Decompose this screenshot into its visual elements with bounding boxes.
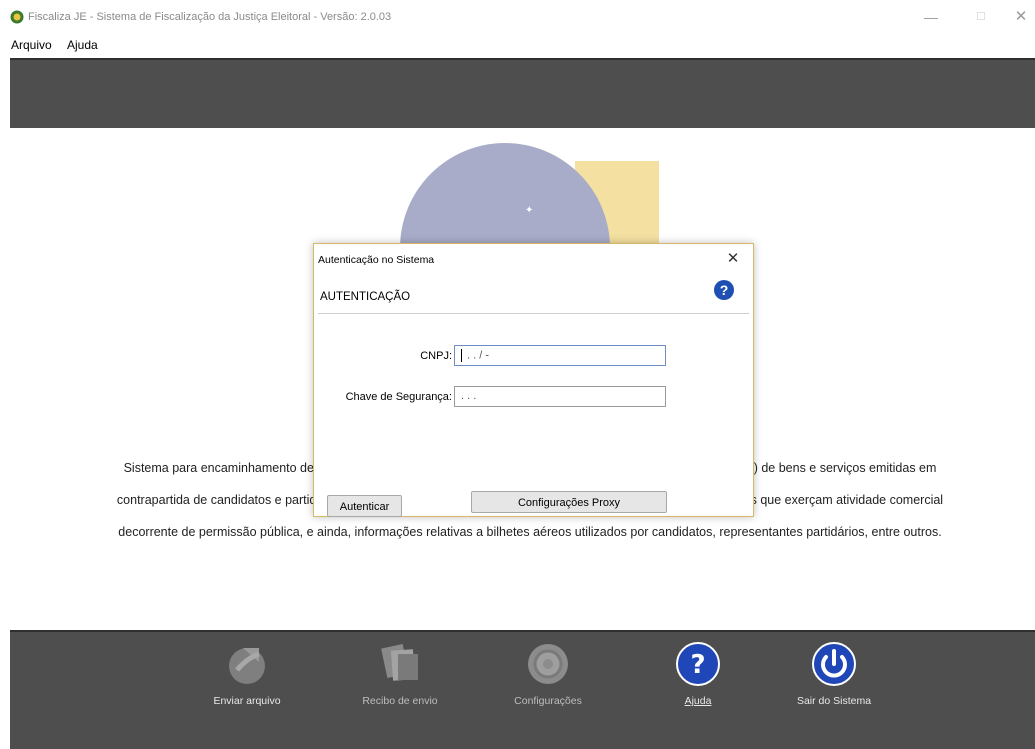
send-file-label: Enviar arquivo xyxy=(213,695,281,707)
window-title: Fiscaliza JE - Sistema de Fiscalização d… xyxy=(28,11,392,23)
title-bar: Fiscaliza JE - Sistema de Fiscalização d… xyxy=(0,0,1035,34)
help-label: Ajuda xyxy=(684,695,712,707)
svg-text:?: ? xyxy=(690,650,705,680)
menu-bar: Arquivo Ajuda xyxy=(0,34,1035,56)
settings-icon xyxy=(528,644,568,684)
close-window-button[interactable]: ✕ xyxy=(1006,6,1035,28)
security-key-field[interactable]: . . . xyxy=(454,386,666,407)
help-button[interactable]: ? Ajuda xyxy=(638,640,758,707)
app-logo-icon xyxy=(10,10,24,24)
minimize-button[interactable]: — xyxy=(916,6,946,28)
settings-label: Configurações xyxy=(514,695,582,707)
exit-button[interactable]: Sair do Sistema xyxy=(774,640,894,707)
upload-icon xyxy=(229,648,265,684)
cnpj-field[interactable]: . . / - xyxy=(454,345,666,366)
menu-ajuda[interactable]: Ajuda xyxy=(67,38,98,52)
logo-star-icon: ✦ xyxy=(525,205,534,216)
settings-button[interactable]: Configurações xyxy=(488,640,608,707)
cnpj-mask: . . / - xyxy=(464,349,490,362)
help-icon: ? xyxy=(676,642,720,686)
power-icon xyxy=(812,642,856,686)
dialog-header: AUTENTICAÇÃO xyxy=(320,291,411,303)
dialog-title: Autenticação no Sistema xyxy=(318,254,435,266)
security-key-label: Chave de Segurança: xyxy=(345,391,452,403)
dialog-close-button[interactable]: ✕ xyxy=(722,248,744,270)
dialog-divider xyxy=(318,313,749,314)
cnpj-label: CNPJ: xyxy=(420,350,452,362)
exit-label: Sair do Sistema xyxy=(796,695,872,707)
menu-arquivo[interactable]: Arquivo xyxy=(11,38,52,52)
header-band xyxy=(10,58,1035,130)
text-caret xyxy=(461,349,462,362)
dialog-help-icon[interactable]: ? xyxy=(714,280,734,300)
receipt-label: Recibo de envio xyxy=(362,695,438,707)
autenticar-button[interactable]: Autenticar xyxy=(327,495,402,517)
receipt-icon xyxy=(381,644,418,681)
proxy-settings-button[interactable]: Configurações Proxy xyxy=(471,491,667,513)
send-file-button[interactable]: Enviar arquivo xyxy=(187,640,307,707)
security-key-mask: . . . xyxy=(461,390,477,402)
receipt-button[interactable]: Recibo de envio xyxy=(340,640,460,707)
auth-dialog: Autenticação no Sistema ✕ AUTENTICAÇÃO ?… xyxy=(313,243,754,517)
maximize-button[interactable]: ☐ xyxy=(966,6,996,28)
